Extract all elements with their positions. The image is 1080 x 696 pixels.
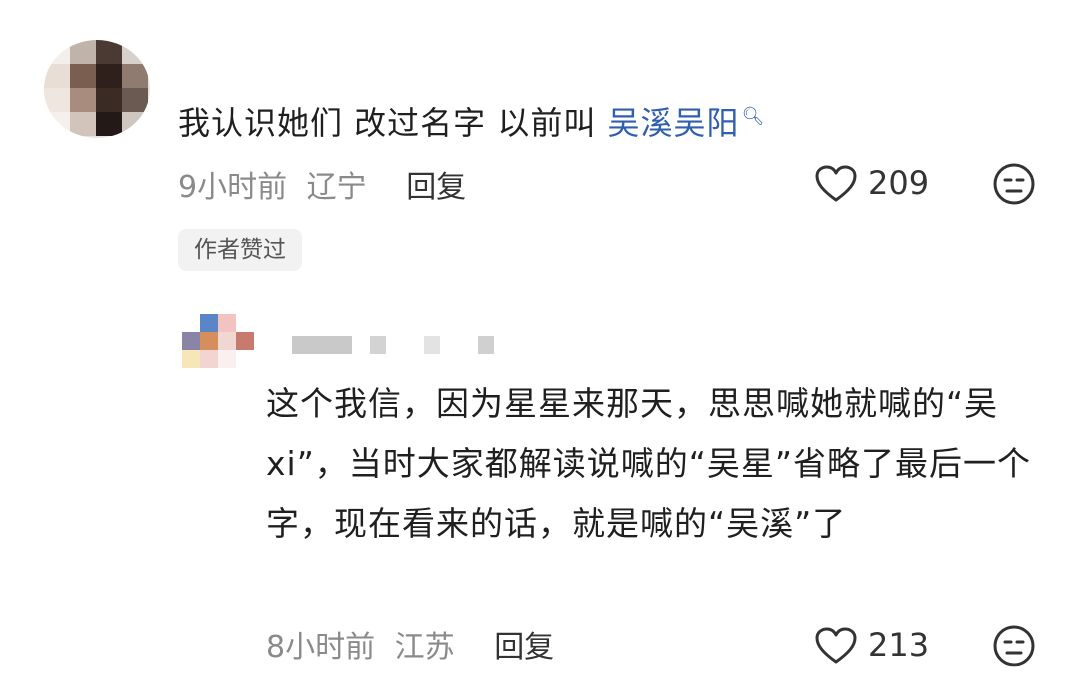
avatar[interactable] [182,314,264,374]
search-icon[interactable]: 🔍︎ [742,106,766,127]
avatar[interactable] [44,40,150,138]
neutral-face-icon[interactable] [992,162,1036,206]
comment-text-plain: 我认识她们 改过名字 以前叫 [178,104,608,142]
search-link[interactable]: 吴溪吴阳 [608,104,740,142]
reply-button[interactable]: 回复 [406,170,466,205]
username-blurred [424,336,440,354]
reply-meta: 8小时前 江苏 回复 [266,622,554,666]
username-blurred [370,336,386,354]
heart-outline-icon[interactable] [814,626,858,666]
like-count: 209 [868,164,930,202]
comment-meta: 9小时前 辽宁 回复 [178,162,466,206]
comment-time: 9小时前 [178,170,288,205]
watermark-overlay [960,666,1080,696]
reply-location: 江苏 [394,630,455,665]
reply-text: 这个我信，因为星星来那天，思思喊她就喊的“吴 xi”，当时大家都解读说喊的“吴星… [266,384,1031,543]
author-liked-badge: 作者赞过 [178,229,302,271]
like-count: 213 [868,626,930,664]
reply-button[interactable]: 回复 [494,630,554,665]
comment-text: 我认识她们 改过名字 以前叫 吴溪吴阳 🔍︎ [178,98,765,144]
reply-time: 8小时前 [266,630,376,665]
username-blurred[interactable] [292,336,352,354]
heart-outline-icon[interactable] [814,164,858,204]
username-blurred [478,336,494,354]
comment-location: 辽宁 [306,170,367,205]
neutral-face-icon[interactable] [992,624,1036,668]
